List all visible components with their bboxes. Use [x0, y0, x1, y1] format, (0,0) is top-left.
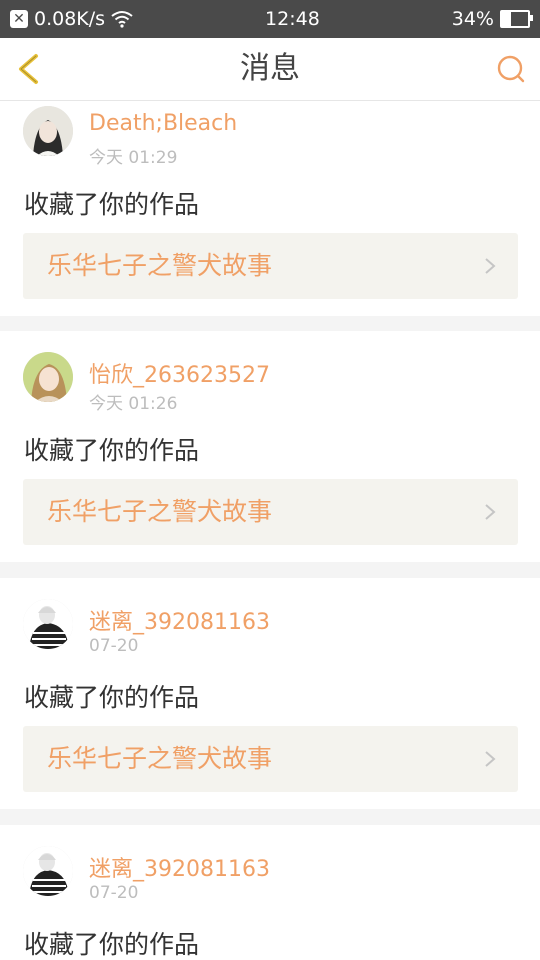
- net-speed: 0.08K/s: [34, 8, 106, 30]
- username[interactable]: 迷离_392081163: [89, 604, 270, 636]
- timestamp: 07-20: [89, 883, 139, 903]
- message-card[interactable]: 怡欣_263623527 今天 01:26 收藏了你的作品 乐华七子之警犬故事: [0, 331, 540, 562]
- battery-percent: 34%: [451, 8, 494, 30]
- action-text: 收藏了你的作品: [24, 436, 200, 465]
- username[interactable]: 怡欣_263623527: [89, 357, 270, 389]
- avatar[interactable]: [23, 352, 73, 402]
- message-card[interactable]: 迷离_392081163 07-20 收藏了你的作品 乐华七子之警犬故事: [0, 578, 540, 809]
- status-right: 34%: [451, 8, 533, 30]
- username[interactable]: Death;Bleach: [89, 111, 237, 136]
- chevron-right-icon: [485, 258, 496, 274]
- message-list[interactable]: Death;Bleach 今天 01:29 收藏了你的作品 乐华七子之警犬故事 …: [0, 101, 540, 960]
- avatar[interactable]: [23, 599, 73, 649]
- status-left: ✕ 0.08K/s: [10, 8, 133, 30]
- chevron-right-icon: [485, 504, 496, 520]
- message-card[interactable]: Death;Bleach 今天 01:29 收藏了你的作品 乐华七子之警犬故事: [0, 101, 540, 316]
- notification-icon: ✕: [10, 10, 28, 28]
- action-text: 收藏了你的作品: [24, 190, 200, 219]
- chevron-right-icon: [485, 751, 496, 767]
- action-text: 收藏了你的作品: [24, 683, 200, 712]
- work-title: 乐华七子之警犬故事: [47, 497, 273, 526]
- battery-fill: [501, 12, 511, 26]
- clock: 12:48: [265, 8, 320, 30]
- search-icon[interactable]: [496, 54, 526, 84]
- wifi-icon: [111, 11, 133, 28]
- header: 消息: [0, 38, 540, 101]
- status-bar: ✕ 0.08K/s 12:48 34%: [0, 0, 540, 38]
- timestamp: 07-20: [89, 636, 139, 656]
- message-card[interactable]: 迷离_392081163 07-20 收藏了你的作品: [0, 825, 540, 960]
- battery-icon: [499, 10, 533, 28]
- work-title: 乐华七子之警犬故事: [47, 251, 273, 280]
- username[interactable]: 迷离_392081163: [89, 851, 270, 883]
- action-text: 收藏了你的作品: [24, 930, 200, 959]
- timestamp: 今天 01:29: [89, 148, 178, 168]
- timestamp: 今天 01:26: [89, 394, 178, 414]
- work-link[interactable]: 乐华七子之警犬故事: [23, 233, 518, 299]
- avatar[interactable]: [23, 846, 73, 896]
- avatar[interactable]: [23, 106, 73, 156]
- work-link[interactable]: 乐华七子之警犬故事: [23, 479, 518, 545]
- work-link[interactable]: 乐华七子之警犬故事: [23, 726, 518, 792]
- page-title: 消息: [240, 51, 300, 86]
- work-title: 乐华七子之警犬故事: [47, 744, 273, 773]
